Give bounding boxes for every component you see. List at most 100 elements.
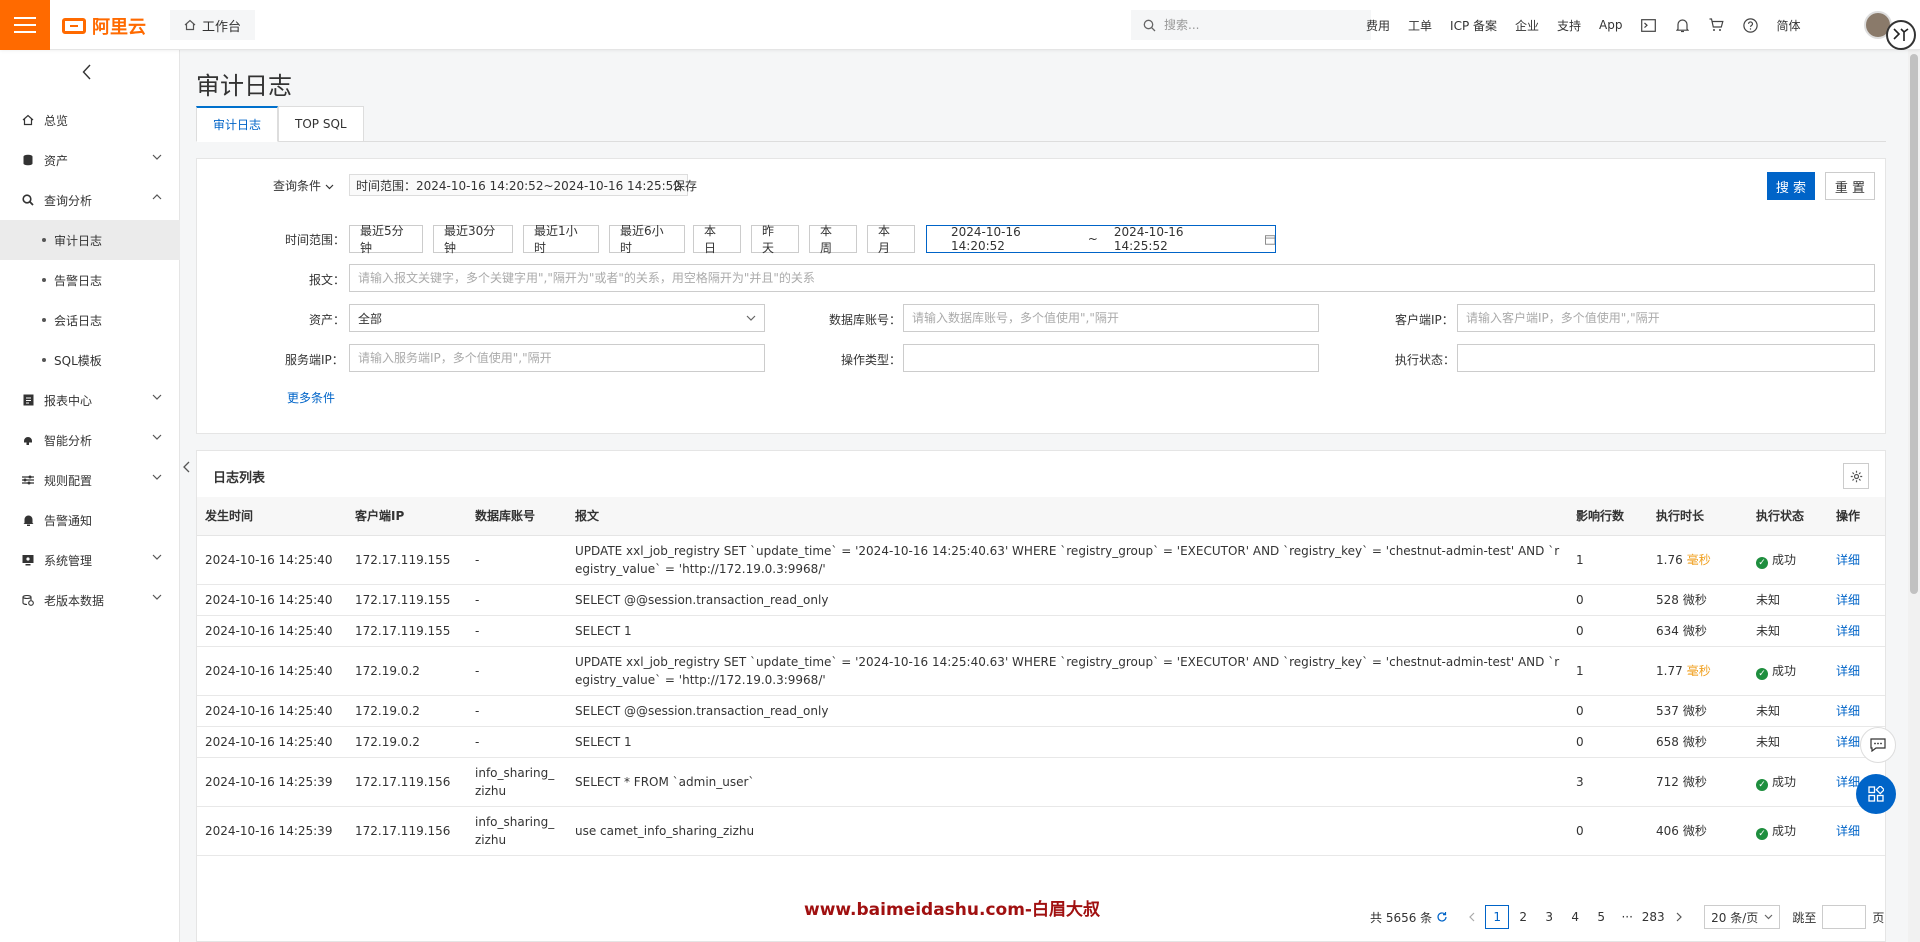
sidebar-item-legacy-data[interactable]: 老版本数据: [0, 580, 180, 620]
table-row: 2024-10-16 14:25:39 172.17.119.156 info_sh…: [197, 806, 1885, 856]
nav-tickets[interactable]: 工单: [1408, 17, 1432, 34]
save-condition-button[interactable]: 保存: [673, 177, 697, 194]
sidebar-sub-sql-template[interactable]: SQL模板: [0, 340, 180, 380]
aliyun-logo[interactable]: 阿里云: [62, 13, 146, 39]
page-scrollbar[interactable]: [1908, 50, 1920, 942]
op-type-select[interactable]: [903, 344, 1319, 372]
detail-link[interactable]: 详细: [1836, 704, 1860, 718]
table-header-row: 发生时间 客户端IP 数据库账号 报文 影响行数 执行时长 执行状态 操作: [197, 497, 1885, 536]
reset-button[interactable]: 重 置: [1825, 172, 1875, 200]
cell-time: 2024-10-16 14:25:40: [197, 535, 347, 585]
cell-affected-rows: 1: [1568, 646, 1648, 696]
sidebar-item-overview[interactable]: 总览: [0, 100, 180, 140]
cell-client-ip: 172.19.0.2: [347, 726, 467, 758]
tab-top-sql[interactable]: TOP SQL: [278, 106, 364, 142]
content-keyword-input[interactable]: [349, 264, 1875, 292]
sidebar-toggle-icon[interactable]: [180, 457, 192, 477]
cell-affected-rows: 0: [1568, 615, 1648, 647]
hamburger-menu-icon[interactable]: [0, 0, 50, 50]
detail-link[interactable]: 详细: [1836, 553, 1860, 567]
table-settings-gear-icon[interactable]: [1843, 463, 1869, 489]
detail-link[interactable]: 详细: [1836, 664, 1860, 678]
page-last[interactable]: 283: [1641, 905, 1665, 929]
cell-client-ip: 172.17.119.155: [347, 535, 467, 585]
next-page-icon[interactable]: [1667, 905, 1691, 929]
nav-billing[interactable]: 费用: [1366, 17, 1390, 34]
quick-range-yesterday[interactable]: 昨 天: [751, 224, 799, 255]
detail-link[interactable]: 详细: [1836, 624, 1860, 638]
nav-enterprise[interactable]: 企业: [1515, 17, 1539, 34]
sidebar-item-smart-analysis[interactable]: 智能分析: [0, 420, 180, 460]
server-ip-label: 服务端IP：: [285, 353, 344, 367]
cell-client-ip: 172.17.119.156: [347, 806, 467, 856]
quick-range-5min[interactable]: 最近5分钟: [349, 224, 423, 255]
cell-action: 详细: [1828, 584, 1885, 616]
sidebar-sub-session-log[interactable]: 会话日志: [0, 300, 180, 340]
global-search[interactable]: [1131, 10, 1371, 40]
server-ip-input[interactable]: [349, 344, 765, 372]
sidebar-item-report-center[interactable]: 报表中心: [0, 380, 180, 420]
nav-support[interactable]: 支持: [1557, 17, 1581, 34]
tab-audit-log[interactable]: 审计日志: [196, 106, 279, 142]
chevron-down-icon: [152, 434, 162, 440]
page-3[interactable]: 3: [1537, 905, 1561, 929]
page-1[interactable]: 1: [1485, 905, 1510, 929]
page-4[interactable]: 4: [1563, 905, 1587, 929]
table-row: 2024-10-16 14:25:40 172.19.0.2- SELECT @@s…: [197, 695, 1885, 727]
app-grid-icon[interactable]: [1856, 774, 1896, 814]
search-button[interactable]: 搜 索: [1767, 172, 1815, 200]
nav-icp[interactable]: ICP 备案: [1450, 17, 1497, 34]
pagination: 共 5656 条 1 2 3 4 5 ··· 283 20 条/页 跳至 页: [1370, 904, 1884, 930]
table-row: 2024-10-16 14:25:39 172.17.119.156 info_sh…: [197, 757, 1885, 807]
prev-page-icon[interactable]: [1459, 905, 1483, 929]
more-conditions-link[interactable]: 更多条件: [287, 389, 335, 406]
workbench-button[interactable]: 工作台: [170, 10, 256, 40]
sidebar-sub-audit-log[interactable]: 审计日志: [0, 220, 180, 260]
terminal-icon[interactable]: [1641, 17, 1657, 33]
sidebar-item-alert-notify[interactable]: 告警通知: [0, 500, 180, 540]
refresh-icon[interactable]: [1436, 911, 1448, 923]
page-5[interactable]: 5: [1589, 905, 1613, 929]
sidebar-back-icon[interactable]: [82, 64, 92, 83]
sidebar-item-rule-config[interactable]: 规则配置: [0, 460, 180, 500]
bell-icon[interactable]: [1675, 17, 1691, 33]
detail-link[interactable]: 详细: [1836, 735, 1860, 749]
quick-range-30min[interactable]: 最近30分钟: [433, 224, 513, 255]
sidebar-item-label: 系统管理: [44, 553, 93, 568]
detail-link[interactable]: 详细: [1836, 824, 1860, 838]
quick-range-today[interactable]: 本 日: [693, 224, 741, 255]
query-condition-toggle[interactable]: 查询条件: [273, 177, 334, 194]
sidebar-item-assets[interactable]: 资产: [0, 140, 180, 180]
sidebar-item-system-manage[interactable]: 系统管理: [0, 540, 180, 580]
page-2[interactable]: 2: [1511, 905, 1535, 929]
detail-link[interactable]: 详细: [1836, 593, 1860, 607]
page-size-select[interactable]: 20 条/页: [1704, 905, 1781, 929]
page-size-value: 20 条/页: [1711, 910, 1759, 925]
system-icon: [22, 554, 34, 566]
exec-status-select[interactable]: [1457, 344, 1875, 372]
nav-app[interactable]: App: [1599, 18, 1622, 32]
global-search-input[interactable]: [1164, 18, 1354, 32]
client-ip-input[interactable]: [1457, 304, 1875, 332]
rules-icon: [22, 474, 34, 486]
jump-page-input[interactable]: [1822, 905, 1867, 929]
sidebar-item-label: 查询分析: [44, 193, 93, 208]
quick-range-this-month[interactable]: 本 月: [867, 224, 915, 255]
language-switch[interactable]: 简体: [1777, 17, 1801, 34]
quick-range-this-week[interactable]: 本 周: [809, 224, 857, 255]
sidebar-sub-alert-log[interactable]: 告警日志: [0, 260, 180, 300]
chat-feedback-icon[interactable]: [1860, 727, 1896, 763]
quick-range-6h[interactable]: 最近6小时: [609, 224, 685, 255]
db-account-input[interactable]: [903, 304, 1319, 332]
table-row: 2024-10-16 14:25:40 172.17.119.155- SELECT…: [197, 615, 1885, 647]
sidebar-item-query-analysis[interactable]: 查询分析: [0, 180, 180, 220]
chevron-down-icon: [746, 315, 756, 321]
quick-range-1h[interactable]: 最近1小时: [523, 224, 599, 255]
cart-icon[interactable]: [1709, 17, 1725, 33]
help-icon[interactable]: [1743, 17, 1759, 33]
floating-logo-icon[interactable]: [1886, 20, 1916, 50]
page-ellipsis[interactable]: ···: [1615, 905, 1639, 929]
scrollbar-thumb[interactable]: [1910, 54, 1918, 594]
asset-select[interactable]: 全部: [349, 304, 765, 332]
date-range-picker[interactable]: 2024-10-16 14:20:52 ~ 2024-10-16 14:25:5…: [926, 225, 1276, 253]
